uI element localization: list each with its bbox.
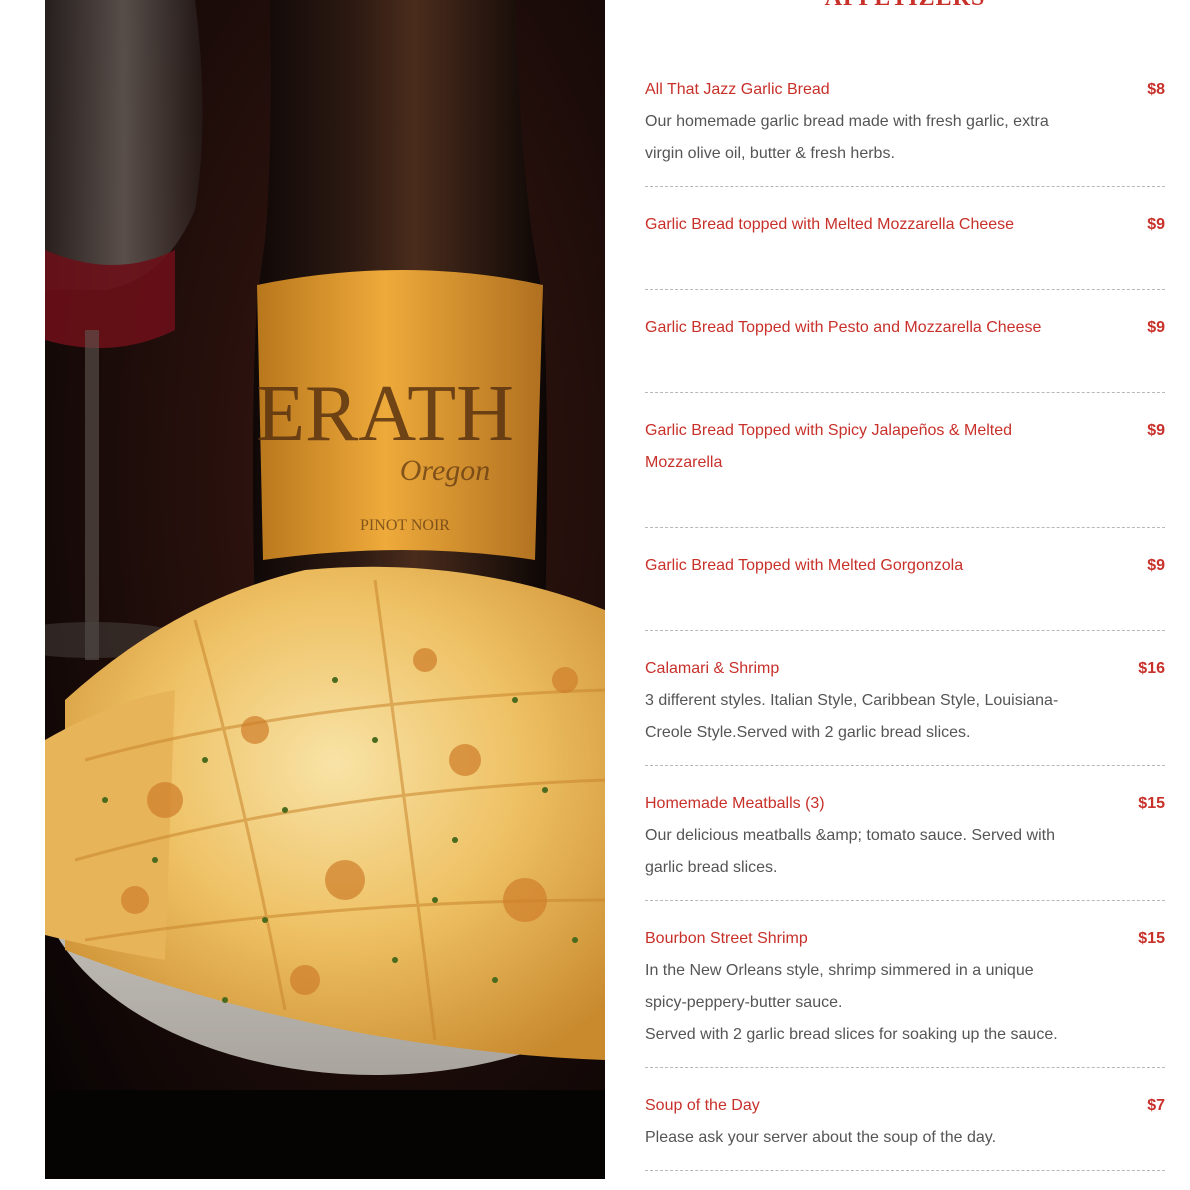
menu-item-price: $15 — [1138, 930, 1165, 947]
menu-item-price: $9 — [1147, 319, 1165, 336]
menu-item-description: In the New Orleans style, shrimp simmere… — [645, 955, 1060, 1051]
menu-item: Bourbon Street Shrimp $15 In the New Orl… — [645, 920, 1165, 1068]
menu-item-description — [645, 241, 1060, 273]
menu-item-spacer — [645, 582, 1060, 614]
bottle-label-variety: PINOT NOIR — [360, 517, 450, 534]
menu-item-description-line: Our delicious meatballs &amp; tomato sau… — [645, 827, 1055, 876]
menu-item: Homemade Meatballs (3) $15 Our delicious… — [645, 785, 1165, 901]
menu-item-description: Please ask your server about the soup of… — [645, 1122, 1060, 1154]
section-title: APPETIZERS — [645, 0, 1165, 10]
menu-item-description-line: 3 different styles. Italian Style, Carib… — [645, 692, 1059, 741]
menu-item-price: $9 — [1147, 216, 1165, 233]
menu-item-price: $9 — [1147, 422, 1165, 439]
menu-item-spacer — [645, 344, 1060, 376]
menu-item-header: Garlic Bread topped with Melted Mozzarel… — [645, 209, 1165, 241]
menu-item: Garlic Bread topped with Melted Mozzarel… — [645, 206, 1165, 290]
menu-item-description-line: Please ask your server about the soup of… — [645, 1129, 997, 1146]
menu-item-description-line: Served with 2 garlic bread slices for so… — [645, 1026, 1058, 1043]
menu-item-name: Soup of the Day — [645, 1097, 760, 1114]
menu-item-spacer — [645, 241, 1060, 273]
menu-item-price: $16 — [1138, 660, 1165, 677]
menu-item-description — [645, 344, 1060, 376]
menu-item-header: Homemade Meatballs (3) $15 — [645, 788, 1165, 820]
menu-item-header: All That Jazz Garlic Bread $8 — [645, 74, 1165, 106]
bottle-label-subtext: Oregon — [400, 454, 491, 487]
menu-item: Calamari & Shrimp $16 3 different styles… — [645, 650, 1165, 766]
menu-item-name: Garlic Bread Topped with Pesto and Mozza… — [645, 319, 1042, 336]
menu-item-description: Our homemade garlic bread made with fres… — [645, 106, 1060, 170]
menu-item-price: $9 — [1147, 557, 1165, 574]
menu-item-name: Garlic Bread Topped with Spicy Jalapeños… — [645, 422, 1013, 471]
menu-item-header: Calamari & Shrimp $16 — [645, 653, 1165, 685]
menu-item-header: Garlic Bread Topped with Spicy Jalapeños… — [645, 415, 1165, 479]
menu-item-name: Homemade Meatballs (3) — [645, 795, 825, 812]
menu-item: Garlic Bread Topped with Spicy Jalapeños… — [645, 412, 1165, 528]
menu-item-name: Bourbon Street Shrimp — [645, 930, 808, 947]
menu-item-spacer — [645, 479, 1060, 511]
menu-item-description-line: Our homemade garlic bread made with fres… — [645, 113, 1049, 162]
menu-item-description: 3 different styles. Italian Style, Carib… — [645, 685, 1060, 749]
menu-item: Soup of the Day $7 Please ask your serve… — [645, 1087, 1165, 1171]
menu-item-price: $8 — [1147, 81, 1165, 98]
menu-item-name: All That Jazz Garlic Bread — [645, 81, 830, 98]
menu-item-description — [645, 582, 1060, 614]
menu-item: All That Jazz Garlic Bread $8 Our homema… — [645, 71, 1165, 187]
menu-item-description: Our delicious meatballs &amp; tomato sau… — [645, 820, 1060, 884]
food-photo: ERATH Oregon PINOT NOIR — [45, 0, 605, 1179]
menu-item-name: Garlic Bread topped with Melted Mozzarel… — [645, 216, 1015, 233]
menu-item-description-line: In the New Orleans style, shrimp simmere… — [645, 962, 1034, 1011]
menu-item: Garlic Bread Topped with Pesto and Mozza… — [645, 309, 1165, 393]
menu-item-name: Garlic Bread Topped with Melted Gorgonzo… — [645, 557, 964, 574]
menu-item: Garlic Bread Topped with Melted Gorgonzo… — [645, 547, 1165, 631]
menu-item-header: Bourbon Street Shrimp $15 — [645, 923, 1165, 955]
menu-item-price: $7 — [1147, 1097, 1165, 1114]
bottle-label-text: ERATH — [256, 370, 514, 458]
menu-item-header: Soup of the Day $7 — [645, 1090, 1165, 1122]
menu-item-name: Calamari & Shrimp — [645, 660, 780, 677]
menu-item-description — [645, 479, 1060, 511]
menu-item-header: Garlic Bread Topped with Pesto and Mozza… — [645, 312, 1165, 344]
menu-list: All That Jazz Garlic Bread $8 Our homema… — [645, 71, 1165, 1190]
menu-item-price: $15 — [1138, 795, 1165, 812]
menu-item-header: Garlic Bread Topped with Melted Gorgonzo… — [645, 550, 1165, 582]
